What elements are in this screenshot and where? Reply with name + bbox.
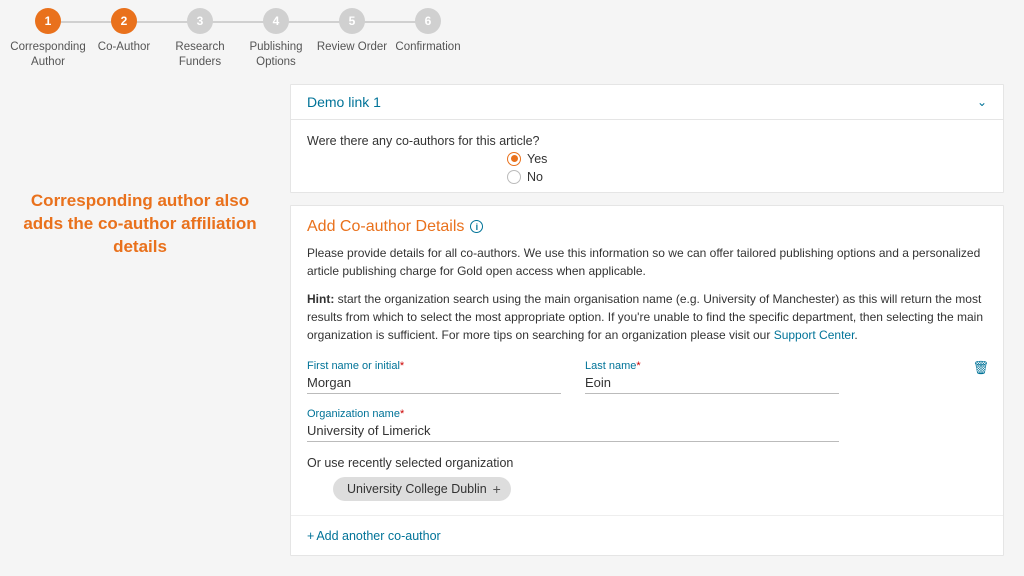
step-number: 6 [415, 8, 441, 34]
step-review-order[interactable]: 5 Review Order [314, 8, 390, 55]
annotation-text: Corresponding author also adds the co-au… [10, 84, 270, 556]
recent-org-chip[interactable]: University College Dublin + [333, 477, 511, 501]
step-publishing-options[interactable]: 4 Publishing Options [238, 8, 314, 70]
step-number: 1 [35, 8, 61, 34]
info-icon[interactable]: i [470, 220, 483, 233]
step-label: Review Order [317, 40, 387, 55]
section-title: Add Co-author Details i [291, 206, 1003, 242]
radio-icon-unselected [507, 170, 521, 184]
plus-icon: + [493, 481, 501, 497]
organization-input[interactable] [307, 421, 839, 442]
radio-yes[interactable]: Yes [507, 152, 987, 166]
stepper: 1 Corresponding Author 2 Co-Author 3 Res… [10, 8, 1014, 70]
plus-icon: + [307, 529, 314, 543]
first-name-label: First name or initial* [307, 360, 561, 372]
accordion-title: Demo link 1 [307, 94, 381, 110]
step-research-funders[interactable]: 3 Research Funders [162, 8, 238, 70]
section-hint: Hint: start the organization search usin… [307, 290, 987, 344]
step-label: Publishing Options [238, 40, 314, 70]
radio-label: No [527, 170, 543, 184]
chip-label: University College Dublin [347, 482, 487, 496]
step-co-author[interactable]: 2 Co-Author [86, 8, 162, 55]
last-name-label: Last name* [585, 360, 839, 372]
chevron-down-icon: ⌄ [977, 95, 987, 109]
radio-label: Yes [527, 152, 547, 166]
last-name-input[interactable] [585, 373, 839, 394]
coauthor-details-panel: Add Co-author Details i Please provide d… [290, 205, 1004, 556]
demo-link-panel: Demo link 1 ⌄ Were there any co-authors … [290, 84, 1004, 193]
step-number: 4 [263, 8, 289, 34]
step-label: Research Funders [162, 40, 238, 70]
organization-label: Organization name* [307, 408, 839, 420]
coauthor-question: Were there any co-authors for this artic… [307, 134, 987, 148]
radio-no[interactable]: No [507, 170, 987, 184]
step-number: 2 [111, 8, 137, 34]
accordion-header[interactable]: Demo link 1 ⌄ [291, 85, 1003, 119]
step-label: Co-Author [98, 40, 150, 55]
first-name-input[interactable] [307, 373, 561, 394]
step-label: Corresponding Author [10, 40, 86, 70]
trash-icon[interactable]: 🗑 [972, 360, 989, 376]
step-corresponding-author[interactable]: 1 Corresponding Author [10, 8, 86, 70]
step-confirmation[interactable]: 6 Confirmation [390, 8, 466, 55]
step-label: Confirmation [395, 40, 460, 55]
step-number: 3 [187, 8, 213, 34]
section-description: Please provide details for all co-author… [307, 244, 987, 280]
step-number: 5 [339, 8, 365, 34]
radio-icon-selected [507, 152, 521, 166]
recent-org-label: Or use recently selected organization [307, 456, 987, 470]
support-center-link[interactable]: Support Center [774, 328, 855, 342]
add-another-coauthor-link[interactable]: +Add another co-author [307, 529, 441, 543]
